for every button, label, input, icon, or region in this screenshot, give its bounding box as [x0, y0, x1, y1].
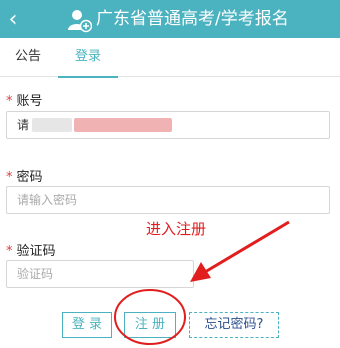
captcha-field[interactable]	[6, 260, 194, 288]
password-label: * 密码	[6, 170, 43, 185]
chevron-left-icon: ‹	[8, 6, 18, 32]
required-mark: *	[6, 244, 13, 259]
login-button[interactable]: 登 录	[62, 312, 112, 338]
tab-login[interactable]: 登录	[58, 38, 118, 78]
redacted-account-part	[32, 118, 72, 132]
app-header: ‹ 广东省普通高考/学考报名	[0, 0, 340, 38]
register-button[interactable]: 注 册	[124, 312, 176, 338]
tab-bar: 公告 登录	[0, 38, 340, 78]
password-field[interactable]	[6, 186, 330, 214]
account-value-prefix: 请	[17, 118, 30, 132]
redacted-account-part	[74, 118, 172, 132]
tab-notice[interactable]: 公告	[2, 38, 54, 76]
annotation-arrow-line	[204, 220, 290, 274]
required-mark: *	[6, 170, 13, 185]
account-label: * 账号	[6, 94, 43, 109]
annotation-label: 进入注册	[146, 220, 207, 238]
user-add-icon	[68, 10, 92, 33]
forgot-password-button[interactable]: 忘记密码?	[189, 312, 279, 338]
back-button[interactable]: ‹	[2, 3, 24, 35]
required-mark: *	[6, 94, 13, 109]
captcha-label: * 验证码	[6, 244, 56, 259]
page-title: 广东省普通高考/学考报名	[96, 9, 289, 29]
